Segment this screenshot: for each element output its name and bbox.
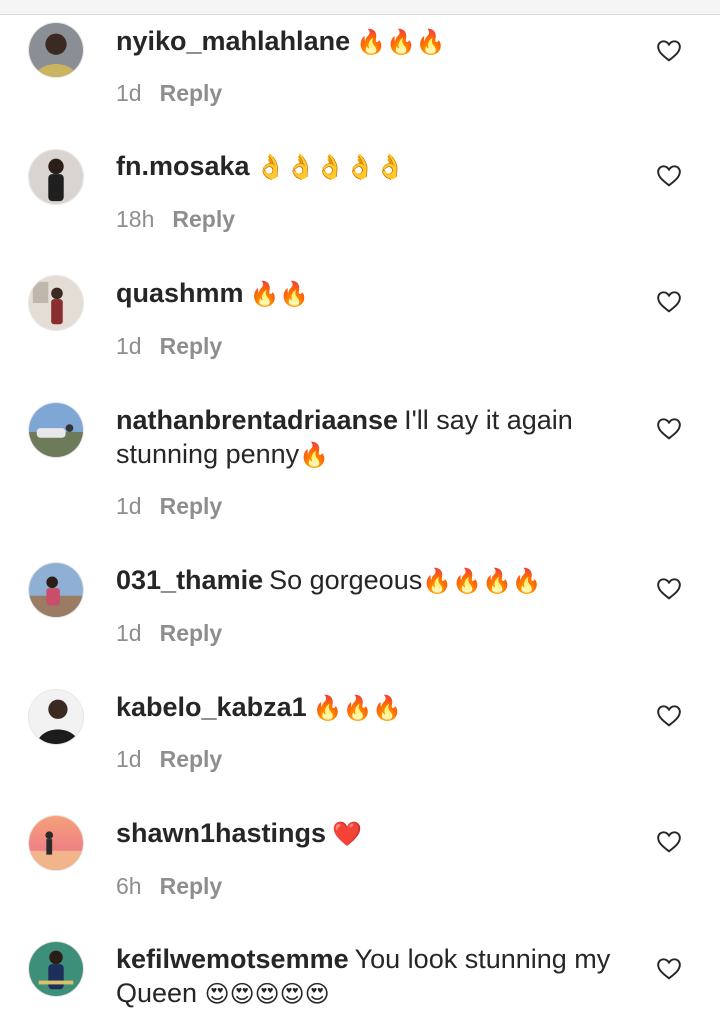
comment-meta: 1d Reply <box>116 331 222 361</box>
avatar[interactable] <box>28 402 84 458</box>
comment-username[interactable]: fn.mosaka <box>116 151 250 181</box>
comment-emoji: 🔥 <box>299 441 330 469</box>
comment-body: nyiko_mahlahlane 🔥🔥🔥 <box>116 24 636 59</box>
comment-body: nathanbrentadriaanse I'll say it again st… <box>116 403 636 472</box>
reply-button[interactable]: Reply <box>160 493 223 519</box>
comment-body: 031_thamie So gorgeous🔥🔥🔥🔥 <box>116 563 636 598</box>
reply-button[interactable]: Reply <box>160 620 223 646</box>
heart-outline-icon <box>657 578 681 600</box>
comment-emoji: 👌👌👌👌👌 <box>255 153 405 181</box>
top-divider <box>0 0 720 15</box>
comment-time: 1d <box>116 333 142 359</box>
like-button[interactable] <box>656 289 682 313</box>
comment-body: quashmm 🔥🔥 <box>116 276 636 311</box>
reply-button[interactable]: Reply <box>160 873 223 899</box>
comment-body: kefilwemotsemme You look stunning my Quee… <box>116 942 636 1011</box>
like-button[interactable] <box>656 703 682 727</box>
comment-body: shawn1hastings ❤️ <box>116 816 636 851</box>
comment-emoji: 🔥🔥🔥 <box>356 28 446 56</box>
avatar[interactable] <box>28 689 84 745</box>
comment-username[interactable]: nyiko_mahlahlane <box>116 26 350 56</box>
comment-meta: 1d Reply <box>116 618 222 648</box>
comment-time: 1d <box>116 80 142 106</box>
comment-username[interactable]: nathanbrentadriaanse <box>116 405 398 435</box>
comment-username[interactable]: quashmm <box>116 278 244 308</box>
avatar[interactable] <box>28 149 84 205</box>
comment-time: 18h <box>116 206 155 232</box>
reply-button[interactable]: Reply <box>172 206 235 232</box>
like-button[interactable] <box>656 576 682 600</box>
comment-body: fn.mosaka 👌👌👌👌👌 <box>116 149 636 184</box>
comment-emoji: 🔥🔥 <box>249 280 310 308</box>
reply-button[interactable]: Reply <box>160 333 223 359</box>
comment-time: 1d <box>116 493 142 519</box>
reply-button[interactable]: Reply <box>160 746 223 772</box>
like-button[interactable] <box>656 163 682 187</box>
comment-body: kabelo_kabza1 🔥🔥🔥 <box>116 690 636 725</box>
avatar[interactable] <box>28 562 84 618</box>
heart-outline-icon <box>657 418 681 440</box>
comment-emoji: 🔥🔥🔥🔥 <box>422 567 542 595</box>
comment-time: 1d <box>116 746 142 772</box>
heart-outline-icon <box>657 165 681 187</box>
comment-time: 1d <box>116 620 142 646</box>
comment-username[interactable]: shawn1hastings <box>116 818 326 848</box>
avatar[interactable] <box>28 275 84 331</box>
comment-meta: 1d Reply <box>116 78 222 108</box>
comment-emoji: 🔥🔥🔥 <box>312 694 403 722</box>
comment-meta: 1d Reply <box>116 744 222 774</box>
comment-text: So gorgeous <box>269 565 423 595</box>
heart-outline-icon <box>657 40 681 62</box>
comment-meta: 18h Reply <box>116 204 235 234</box>
comment-username[interactable]: kefilwemotsemme <box>116 944 349 974</box>
reply-button[interactable]: Reply <box>160 80 223 106</box>
avatar[interactable] <box>28 815 84 871</box>
comment-emoji: ❤️ <box>332 820 362 848</box>
comment-time: 6h <box>116 873 142 899</box>
avatar[interactable] <box>28 22 84 78</box>
avatar[interactable] <box>28 941 84 997</box>
heart-outline-icon <box>657 291 681 313</box>
like-button[interactable] <box>656 38 682 62</box>
heart-outline-icon <box>657 958 681 980</box>
comment-emoji: 😍😍😍😍😍 <box>204 980 330 1008</box>
heart-outline-icon <box>657 705 681 727</box>
comment-username[interactable]: 031_thamie <box>116 565 263 595</box>
comment-meta: 1d Reply <box>116 491 222 521</box>
like-button[interactable] <box>656 829 682 853</box>
like-button[interactable] <box>656 416 682 440</box>
comment-meta: 6h Reply <box>116 871 222 901</box>
like-button[interactable] <box>656 956 682 980</box>
heart-outline-icon <box>657 831 681 853</box>
comment-username[interactable]: kabelo_kabza1 <box>116 692 307 722</box>
